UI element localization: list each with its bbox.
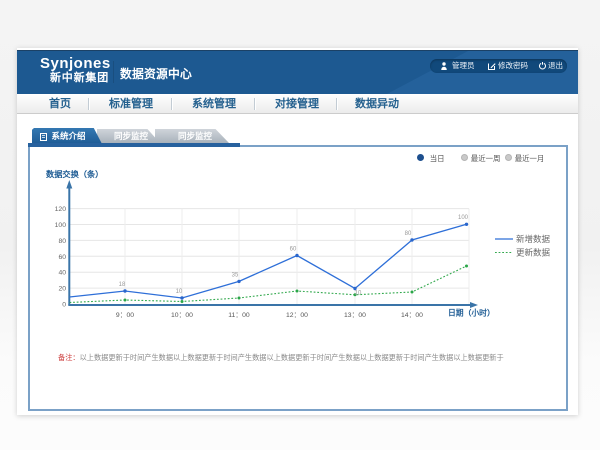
svg-text:新增数据: 新增数据 (516, 234, 551, 244)
svg-text:数据交换（条）: 数据交换（条） (46, 169, 103, 179)
svg-text:14：00: 14：00 (401, 312, 423, 319)
svg-text:100: 100 (458, 215, 469, 221)
svg-text:更新数据: 更新数据 (516, 248, 551, 258)
svg-text:0: 0 (62, 302, 66, 309)
svg-text:60: 60 (290, 247, 297, 253)
svg-text:10: 10 (176, 289, 183, 295)
svg-text:10: 10 (355, 291, 362, 297)
svg-text:60: 60 (58, 254, 66, 261)
svg-text:80: 80 (58, 238, 66, 245)
svg-text:12：00: 12：00 (286, 312, 308, 319)
svg-text:日期（小时）: 日期（小时） (448, 308, 495, 318)
svg-text:80: 80 (405, 231, 412, 237)
svg-text:9：00: 9：00 (116, 312, 134, 319)
svg-text:10：00: 10：00 (171, 312, 193, 319)
svg-text:18: 18 (119, 282, 126, 288)
svg-text:100: 100 (55, 222, 67, 229)
svg-text:35: 35 (232, 273, 239, 279)
svg-text:13：00: 13：00 (344, 312, 366, 319)
svg-text:120: 120 (55, 206, 67, 213)
svg-text:11：00: 11：00 (228, 312, 250, 319)
svg-text:20: 20 (58, 286, 66, 293)
svg-text:40: 40 (58, 270, 66, 277)
